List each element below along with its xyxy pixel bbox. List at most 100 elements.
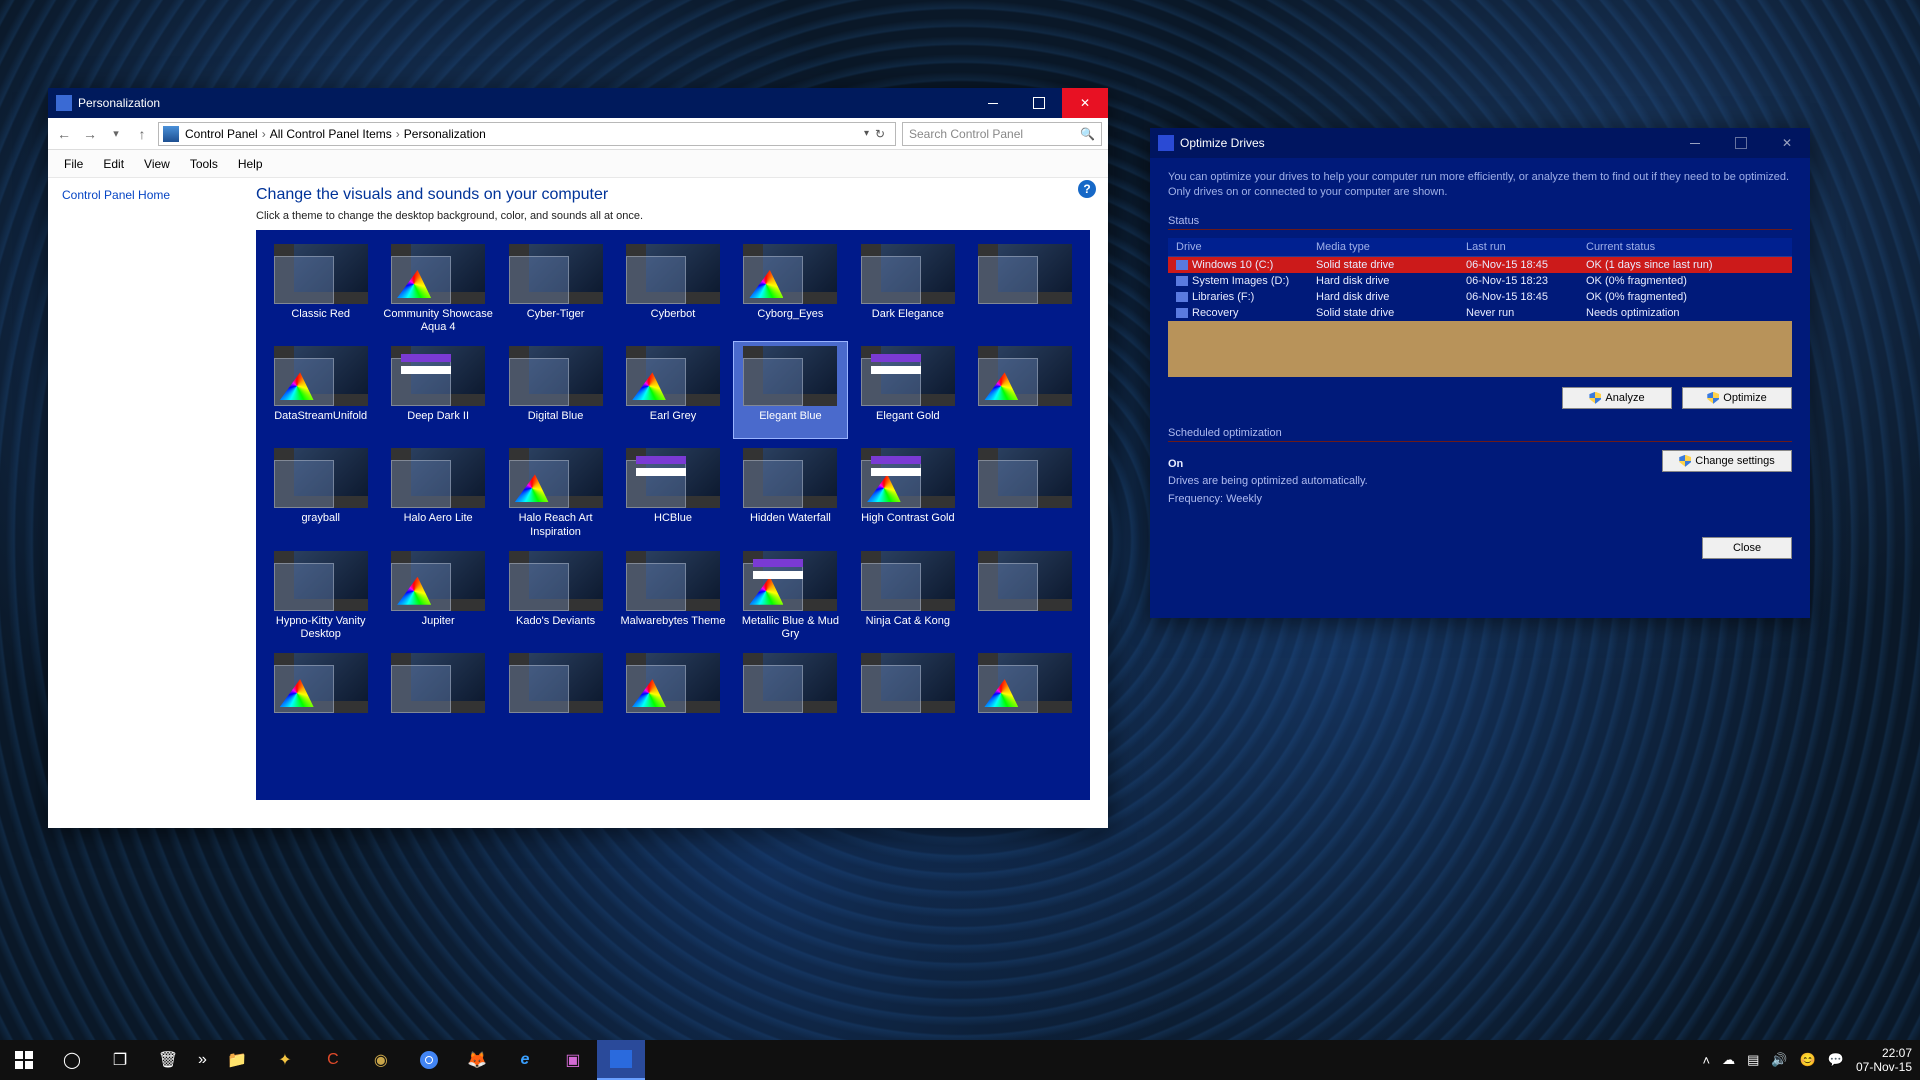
breadcrumb-segment[interactable]: Control Panel bbox=[185, 127, 258, 141]
theme-item[interactable]: Cyberbot bbox=[616, 240, 729, 336]
theme-item[interactable] bbox=[969, 547, 1082, 643]
col-last[interactable]: Last run bbox=[1466, 241, 1586, 253]
theme-item[interactable] bbox=[499, 649, 612, 745]
theme-name: Elegant Blue bbox=[736, 410, 845, 436]
start-button[interactable] bbox=[0, 1040, 48, 1080]
theme-thumbnail bbox=[743, 244, 837, 304]
close-button[interactable]: ✕ bbox=[1764, 128, 1810, 158]
refresh-button[interactable]: ↻ bbox=[869, 127, 891, 141]
action-center-icon[interactable]: 💬 bbox=[1828, 1052, 1844, 1068]
cortana-button[interactable]: ◯ bbox=[48, 1040, 96, 1080]
theme-item[interactable]: Halo Reach Art Inspiration bbox=[499, 444, 612, 540]
theme-item[interactable]: Elegant Gold bbox=[851, 342, 964, 438]
personalization-titlebar[interactable]: Personalization bbox=[48, 88, 1108, 118]
task-app-3[interactable]: ▣ bbox=[549, 1040, 597, 1080]
theme-grid[interactable]: Classic RedCommunity Showcase Aqua 4Cybe… bbox=[256, 230, 1090, 800]
task-view-button[interactable]: ❐ bbox=[96, 1040, 144, 1080]
breadcrumb-segment[interactable]: All Control Panel Items bbox=[270, 127, 392, 141]
theme-item[interactable] bbox=[969, 240, 1082, 336]
theme-item[interactable]: Halo Aero Lite bbox=[381, 444, 494, 540]
col-drive[interactable]: Drive bbox=[1176, 241, 1316, 253]
menu-tools[interactable]: Tools bbox=[182, 153, 226, 175]
menu-file[interactable]: File bbox=[56, 153, 91, 175]
address-bar[interactable]: Control Panel› All Control Panel Items› … bbox=[158, 122, 896, 146]
menu-edit[interactable]: Edit bbox=[95, 153, 132, 175]
chrome-icon bbox=[417, 1048, 441, 1072]
theme-item[interactable] bbox=[734, 649, 847, 745]
theme-item[interactable]: High Contrast Gold bbox=[851, 444, 964, 540]
forward-button[interactable]: → bbox=[80, 126, 100, 142]
intro-text: You can optimize your drives to help you… bbox=[1168, 170, 1792, 201]
theme-item[interactable]: Cyber-Tiger bbox=[499, 240, 612, 336]
up-button[interactable]: ↑ bbox=[132, 126, 152, 142]
drive-row[interactable]: System Images (D:)Hard disk drive06-Nov-… bbox=[1168, 273, 1792, 289]
theme-item[interactable]: Dark Elegance bbox=[851, 240, 964, 336]
recent-dropdown-icon[interactable]: ▾ bbox=[106, 127, 126, 140]
analyze-button[interactable]: Analyze bbox=[1562, 387, 1672, 409]
volume-icon[interactable]: 🔊 bbox=[1771, 1052, 1787, 1068]
toolbar-overflow[interactable]: » bbox=[192, 1051, 213, 1069]
breadcrumb-segment[interactable]: Personalization bbox=[404, 127, 486, 141]
theme-item[interactable]: Malwarebytes Theme bbox=[616, 547, 729, 643]
theme-item[interactable]: DataStreamUnifold bbox=[264, 342, 377, 438]
theme-item[interactable] bbox=[381, 649, 494, 745]
theme-item[interactable]: Deep Dark II bbox=[381, 342, 494, 438]
menu-view[interactable]: View bbox=[136, 153, 178, 175]
col-media[interactable]: Media type bbox=[1316, 241, 1466, 253]
maximize-button[interactable] bbox=[1016, 88, 1062, 118]
theme-item[interactable] bbox=[969, 649, 1082, 745]
theme-item[interactable]: Ninja Cat & Kong bbox=[851, 547, 964, 643]
help-icon[interactable]: ? bbox=[1078, 180, 1096, 198]
task-ccleaner[interactable]: C bbox=[309, 1040, 357, 1080]
shield-icon bbox=[1679, 455, 1691, 467]
task-app-1[interactable]: ✦ bbox=[261, 1040, 309, 1080]
change-settings-button[interactable]: Change settings bbox=[1662, 450, 1792, 472]
control-panel-home-link[interactable]: Control Panel Home bbox=[62, 188, 170, 202]
tray-overflow-icon[interactable]: ˄ bbox=[1703, 1053, 1711, 1068]
theme-item[interactable]: Earl Grey bbox=[616, 342, 729, 438]
theme-item[interactable]: Digital Blue bbox=[499, 342, 612, 438]
theme-item[interactable]: Hidden Waterfall bbox=[734, 444, 847, 540]
optimize-titlebar[interactable]: Optimize Drives ✕ bbox=[1150, 128, 1810, 158]
taskbar-clock[interactable]: 22:07 07-Nov-15 bbox=[1856, 1046, 1912, 1075]
security-icon[interactable]: 😊 bbox=[1800, 1052, 1816, 1068]
task-ie[interactable]: e bbox=[501, 1040, 549, 1080]
theme-item[interactable]: Community Showcase Aqua 4 bbox=[381, 240, 494, 336]
theme-item[interactable] bbox=[851, 649, 964, 745]
network-icon[interactable]: ▤ bbox=[1747, 1052, 1759, 1068]
task-app-2[interactable]: ◉ bbox=[357, 1040, 405, 1080]
theme-item[interactable]: HCBlue bbox=[616, 444, 729, 540]
theme-item[interactable]: Kado's Deviants bbox=[499, 547, 612, 643]
close-button[interactable] bbox=[1062, 88, 1108, 118]
task-file-explorer[interactable]: 📁 bbox=[213, 1040, 261, 1080]
task-firefox[interactable]: 🦊 bbox=[453, 1040, 501, 1080]
theme-item[interactable] bbox=[969, 444, 1082, 540]
task-chrome[interactable] bbox=[405, 1040, 453, 1080]
theme-thumbnail bbox=[274, 653, 368, 713]
theme-item[interactable]: Elegant Blue bbox=[734, 342, 847, 438]
minimize-button[interactable] bbox=[1672, 128, 1718, 158]
back-button[interactable]: ← bbox=[54, 126, 74, 142]
onedrive-icon[interactable]: ☁ bbox=[1722, 1052, 1735, 1068]
search-input[interactable]: Search Control Panel 🔍 bbox=[902, 122, 1102, 146]
drive-row[interactable]: Windows 10 (C:)Solid state drive06-Nov-1… bbox=[1168, 257, 1792, 273]
theme-item[interactable] bbox=[264, 649, 377, 745]
left-pane: Control Panel Home bbox=[48, 178, 256, 828]
theme-item[interactable]: grayball bbox=[264, 444, 377, 540]
drive-row[interactable]: RecoverySolid state driveNever runNeeds … bbox=[1168, 305, 1792, 321]
theme-item[interactable]: Metallic Blue & Mud Gry bbox=[734, 547, 847, 643]
theme-item[interactable]: Jupiter bbox=[381, 547, 494, 643]
theme-item[interactable]: Classic Red bbox=[264, 240, 377, 336]
col-status[interactable]: Current status bbox=[1586, 241, 1784, 253]
close-dialog-button[interactable]: Close bbox=[1702, 537, 1792, 559]
theme-item[interactable] bbox=[969, 342, 1082, 438]
menu-help[interactable]: Help bbox=[230, 153, 271, 175]
minimize-button[interactable] bbox=[970, 88, 1016, 118]
task-control-panel[interactable] bbox=[597, 1040, 645, 1080]
drive-row[interactable]: Libraries (F:)Hard disk drive06-Nov-15 1… bbox=[1168, 289, 1792, 305]
recycle-bin-button[interactable]: 🗑 bbox=[144, 1040, 192, 1080]
optimize-button[interactable]: Optimize bbox=[1682, 387, 1792, 409]
theme-item[interactable] bbox=[616, 649, 729, 745]
theme-item[interactable]: Cyborg_Eyes bbox=[734, 240, 847, 336]
theme-item[interactable]: Hypno-Kitty Vanity Desktop bbox=[264, 547, 377, 643]
